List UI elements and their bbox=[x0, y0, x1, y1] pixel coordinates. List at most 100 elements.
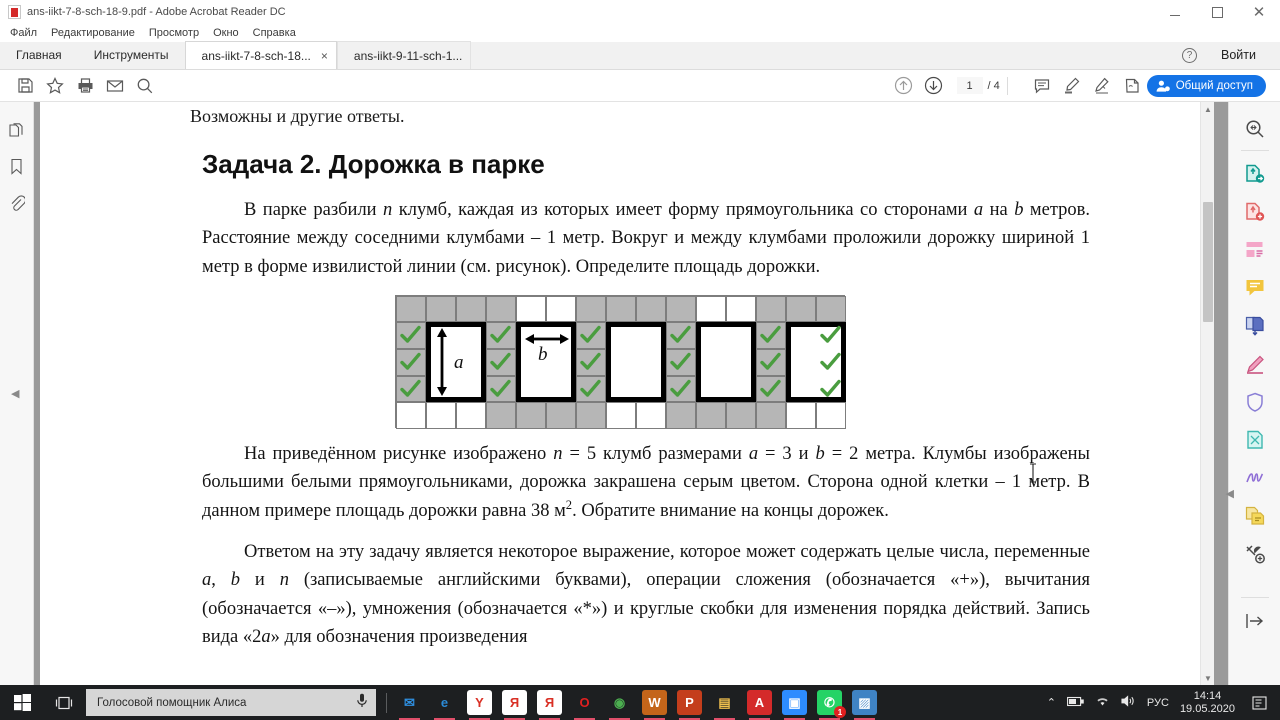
sign-icon[interactable] bbox=[1087, 71, 1117, 101]
chrome-app-icon[interactable]: ◉ bbox=[607, 690, 632, 720]
notifications-icon[interactable] bbox=[1246, 685, 1272, 720]
taskbar-divider bbox=[386, 692, 387, 713]
green-check-icon bbox=[490, 379, 511, 399]
green-check-icon bbox=[760, 325, 781, 345]
tab-tools[interactable]: Инструменты bbox=[78, 41, 185, 69]
email-icon[interactable] bbox=[100, 71, 130, 101]
grid-cell bbox=[456, 295, 486, 323]
grid-diagram: ab bbox=[395, 294, 846, 429]
tab-bar: Главная Инструменты ans-iikt-7-8-sch-18.… bbox=[0, 41, 1280, 70]
scrollbar-down-arrow[interactable]: ▼ bbox=[1201, 671, 1215, 685]
microphone-icon[interactable] bbox=[356, 693, 368, 713]
green-check-icon bbox=[580, 379, 601, 399]
green-check-icon bbox=[670, 352, 691, 372]
search-input[interactable]: Голосовой помощник Алиса bbox=[86, 689, 376, 716]
attachment-icon[interactable] bbox=[4, 188, 30, 218]
menu-item-file[interactable]: Файл bbox=[3, 27, 44, 39]
page-thumbnails-icon[interactable] bbox=[4, 116, 30, 146]
help-icon[interactable]: ? bbox=[1182, 47, 1198, 63]
collapse-left-panel-icon[interactable]: ◀ bbox=[11, 387, 19, 400]
bookmark-icon[interactable] bbox=[4, 152, 30, 182]
share-button[interactable]: Общий доступ bbox=[1146, 74, 1266, 97]
tab-document-2[interactable]: ans-iikt-9-11-sch-1... bbox=[336, 41, 472, 69]
acrobat-reader-window: ans-iikt-7-8-sch-18-9.pdf - Adobe Acroba… bbox=[0, 0, 1280, 720]
menu-item-edit[interactable]: Редактирование bbox=[44, 27, 142, 39]
battery-icon[interactable] bbox=[1066, 696, 1084, 710]
star-icon[interactable] bbox=[40, 71, 70, 101]
clock[interactable]: 14:14 19.05.2020 bbox=[1180, 690, 1235, 716]
collapse-right-panel-icon[interactable]: ◀ bbox=[1226, 487, 1234, 500]
close-icon[interactable]: × bbox=[321, 49, 328, 63]
task-view-icon[interactable] bbox=[44, 685, 84, 720]
print-icon[interactable] bbox=[70, 71, 100, 101]
export-pdf-icon[interactable] bbox=[1238, 155, 1272, 193]
page-number-input[interactable]: 1 bbox=[956, 77, 983, 94]
yandex-app-icon[interactable]: Я bbox=[502, 690, 527, 720]
grid-cell bbox=[516, 402, 546, 429]
grid-cell bbox=[726, 402, 756, 429]
notification-badge: 1 bbox=[834, 706, 846, 718]
grid-cell bbox=[606, 295, 636, 323]
yandex-disk-app-icon[interactable]: Я bbox=[537, 690, 562, 720]
word-app-icon[interactable]: W bbox=[642, 690, 667, 720]
grid-cell bbox=[576, 402, 606, 429]
yandex-browser-app-icon[interactable]: Y bbox=[467, 690, 492, 720]
wifi-icon[interactable] bbox=[1095, 695, 1110, 710]
opera-app-icon[interactable]: O bbox=[572, 690, 597, 720]
photos-app-icon[interactable]: ▨ bbox=[852, 690, 877, 720]
protect-icon[interactable] bbox=[1238, 383, 1272, 421]
left-navigation-rail: ◀ bbox=[0, 102, 34, 685]
scrollbar-thumb[interactable] bbox=[1203, 202, 1213, 322]
tab-bar-right: ? Войти bbox=[1182, 41, 1280, 69]
edit-pdf-icon[interactable] bbox=[1238, 231, 1272, 269]
sign-in-button[interactable]: Войти bbox=[1221, 48, 1256, 62]
fill-and-sign-icon[interactable] bbox=[1238, 345, 1272, 383]
compress-icon[interactable] bbox=[1238, 421, 1272, 459]
tab-home[interactable]: Главная bbox=[0, 41, 78, 69]
scroll-down-icon[interactable] bbox=[919, 71, 949, 101]
collapse-panel-icon[interactable] bbox=[1238, 602, 1272, 640]
menu-item-help[interactable]: Справка bbox=[246, 27, 303, 39]
acrobat-app-icon[interactable]: A bbox=[747, 690, 772, 720]
highlight-icon[interactable] bbox=[1057, 71, 1087, 101]
stamp-icon[interactable] bbox=[1117, 71, 1147, 101]
more-tools-icon[interactable] bbox=[1238, 535, 1272, 573]
green-check-icon bbox=[760, 352, 781, 372]
menu-item-view[interactable]: Просмотр bbox=[142, 27, 206, 39]
comment-icon[interactable] bbox=[1238, 269, 1272, 307]
grid-cell bbox=[396, 402, 426, 429]
zoom-search-icon[interactable] bbox=[1238, 110, 1272, 148]
grid-cell bbox=[696, 402, 726, 429]
maximize-icon[interactable] bbox=[1196, 0, 1238, 24]
volume-icon[interactable] bbox=[1121, 695, 1136, 710]
explorer-app-icon[interactable]: ▤ bbox=[712, 690, 737, 720]
figure-park-path: ab bbox=[102, 294, 1138, 429]
mail-app-icon[interactable]: ✉ bbox=[397, 690, 422, 720]
menu-item-window[interactable]: Окно bbox=[206, 27, 246, 39]
document-scrollbar[interactable]: ▲ ▼ bbox=[1200, 102, 1214, 685]
organize-pages-icon[interactable] bbox=[1238, 497, 1272, 535]
whatsapp-app-icon[interactable]: ✆ 1 bbox=[817, 690, 846, 720]
paragraph-problem-statement: В парке разбили n клумб, каждая из котор… bbox=[202, 200, 1090, 277]
scrollbar-up-arrow[interactable]: ▲ bbox=[1201, 102, 1215, 116]
combine-files-icon[interactable] bbox=[1238, 307, 1272, 345]
close-icon[interactable]: ✕ bbox=[1238, 0, 1280, 24]
chevron-up-icon[interactable]: ⌃ bbox=[1047, 696, 1056, 709]
clock-date: 19.05.2020 bbox=[1179, 702, 1235, 715]
edge-app-icon[interactable]: e bbox=[432, 690, 457, 720]
zoom-app-icon[interactable]: ▣ bbox=[782, 690, 807, 720]
scroll-up-icon[interactable] bbox=[889, 71, 919, 101]
create-pdf-icon[interactable] bbox=[1238, 193, 1272, 231]
comment-icon[interactable] bbox=[1027, 71, 1057, 101]
tab-document-1-label: ans-iikt-7-8-sch-18... bbox=[201, 48, 311, 63]
powerpoint-app-icon[interactable]: P bbox=[677, 690, 702, 720]
zoom-search-icon[interactable] bbox=[130, 71, 160, 101]
windows-start-icon[interactable] bbox=[0, 685, 44, 720]
grid-cell bbox=[756, 402, 786, 429]
language-indicator[interactable]: РУС bbox=[1147, 697, 1169, 709]
grid-cell bbox=[666, 402, 696, 429]
tab-document-1[interactable]: ans-iikt-7-8-sch-18... × bbox=[184, 41, 337, 69]
save-icon[interactable] bbox=[10, 71, 40, 101]
signature-icon[interactable] bbox=[1238, 459, 1272, 497]
minimize-icon[interactable] bbox=[1154, 0, 1196, 24]
